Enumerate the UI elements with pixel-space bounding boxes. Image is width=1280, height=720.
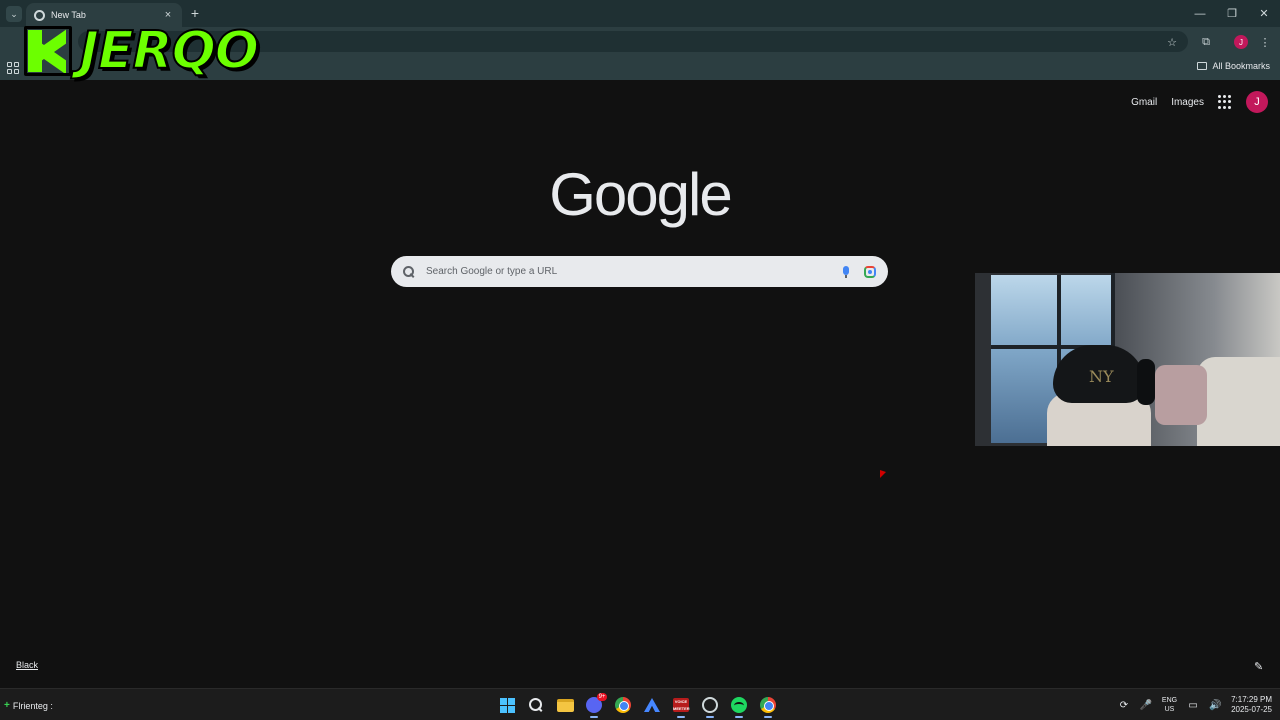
webcam-person: NY — [1047, 341, 1157, 446]
restore-button[interactable]: ❐ — [1216, 0, 1248, 27]
chrome-button[interactable] — [612, 692, 634, 718]
google-apps-icon[interactable] — [1218, 95, 1232, 109]
volume-icon[interactable]: 🔊 — [1209, 700, 1221, 711]
clock-time: 7:17:29 PM — [1231, 695, 1272, 704]
pencil-icon[interactable]: ✎ — [1254, 660, 1266, 673]
webcam-overlay: NY — [975, 273, 1280, 446]
microphone-icon[interactable]: 🎤 — [1140, 700, 1152, 711]
spotify-icon — [731, 697, 747, 713]
mouse-cursor-icon — [880, 470, 886, 478]
taskbar: + Flrienteg : 9+ VOICE MEETER ⟳ 🎤 ENG US… — [0, 688, 1280, 720]
voicemeeter-button[interactable]: VOICE MEETER — [670, 692, 692, 718]
google-logo: Google — [549, 161, 732, 228]
google-account-avatar[interactable]: J — [1246, 91, 1268, 113]
search-box[interactable] — [391, 256, 888, 287]
refresh-icon[interactable]: ⟳ — [1118, 700, 1130, 711]
nordvpn-icon — [644, 698, 660, 712]
windows-icon — [499, 697, 515, 713]
minimize-button[interactable]: — — [1184, 0, 1216, 27]
clock-date: 2025-07-25 — [1231, 705, 1272, 714]
menu-dots-icon[interactable]: ⋮ — [1257, 34, 1273, 50]
steam-button[interactable] — [699, 692, 721, 718]
spotify-button[interactable] — [728, 692, 750, 718]
search-icon — [529, 698, 543, 712]
voicemeeter-icon: VOICE MEETER — [673, 698, 690, 712]
gmail-link[interactable]: Gmail — [1131, 97, 1157, 108]
language-indicator[interactable]: ENG US — [1162, 696, 1177, 714]
taskbar-apps: 9+ VOICE MEETER — [496, 692, 779, 718]
folder-icon — [1197, 62, 1208, 70]
system-tray: ⟳ 🎤 ENG US ▭ 🔊 7:17:29 PM 2025-07-25 — [1118, 692, 1272, 718]
extensions-icon[interactable]: ⧉ — [1198, 34, 1214, 50]
google-lens-icon[interactable] — [864, 265, 876, 278]
stream-logo: JERQO — [24, 18, 260, 84]
window-controls: — ❐ ✕ — [1184, 0, 1280, 27]
search-icon — [403, 265, 415, 278]
taskbar-widget-label: Flrienteg : — [12, 700, 53, 711]
profile-button[interactable]: J — [1233, 34, 1249, 50]
start-button[interactable] — [496, 692, 518, 718]
taskbar-widget[interactable]: + Flrienteg : — [4, 700, 53, 711]
avatar: J — [1234, 35, 1248, 49]
voice-search-icon[interactable] — [842, 265, 850, 278]
display-icon[interactable]: ▭ — [1187, 700, 1199, 711]
chrome-active-button[interactable] — [757, 692, 779, 718]
nordvpn-button[interactable] — [641, 692, 663, 718]
taskbar-search-button[interactable] — [525, 692, 547, 718]
cap-logo: NY — [1089, 367, 1114, 386]
bookmark-star-icon[interactable]: ☆ — [1164, 34, 1180, 50]
clock[interactable]: 7:17:29 PM 2025-07-25 — [1231, 695, 1272, 715]
headset-icon — [1137, 359, 1155, 405]
apps-grid-icon[interactable] — [7, 62, 19, 74]
all-bookmarks-button[interactable]: All Bookmarks — [1197, 61, 1270, 71]
search-input[interactable] — [426, 266, 842, 277]
file-explorer-button[interactable] — [554, 692, 576, 718]
language-code: ENG — [1161, 697, 1178, 704]
streamer-name: JERQO — [79, 21, 260, 81]
language-region: US — [1164, 706, 1175, 713]
notification-badge: 9+ — [597, 693, 607, 701]
images-link[interactable]: Images — [1171, 97, 1204, 108]
chrome-icon — [615, 697, 631, 713]
background-theme-link[interactable]: Black — [16, 660, 38, 670]
chrome-icon — [760, 697, 776, 713]
chevron-down-icon: ⌄ — [10, 8, 18, 19]
all-bookmarks-label: All Bookmarks — [1212, 61, 1270, 71]
google-header: Gmail Images J — [1131, 90, 1268, 114]
close-window-button[interactable]: ✕ — [1248, 0, 1280, 27]
tab-search-button[interactable]: ⌄ — [6, 6, 22, 22]
logo-mark-icon — [24, 26, 72, 76]
discord-button[interactable]: 9+ — [583, 692, 607, 718]
folder-icon — [556, 698, 574, 712]
plus-icon: + — [4, 700, 10, 711]
screen: ⌄ New Tab × + — ❐ ✕ ☆ ⧉ J ⋮ All Bookmark… — [0, 0, 1280, 720]
discord-icon: 9+ — [586, 693, 607, 713]
steam-icon — [702, 697, 718, 713]
